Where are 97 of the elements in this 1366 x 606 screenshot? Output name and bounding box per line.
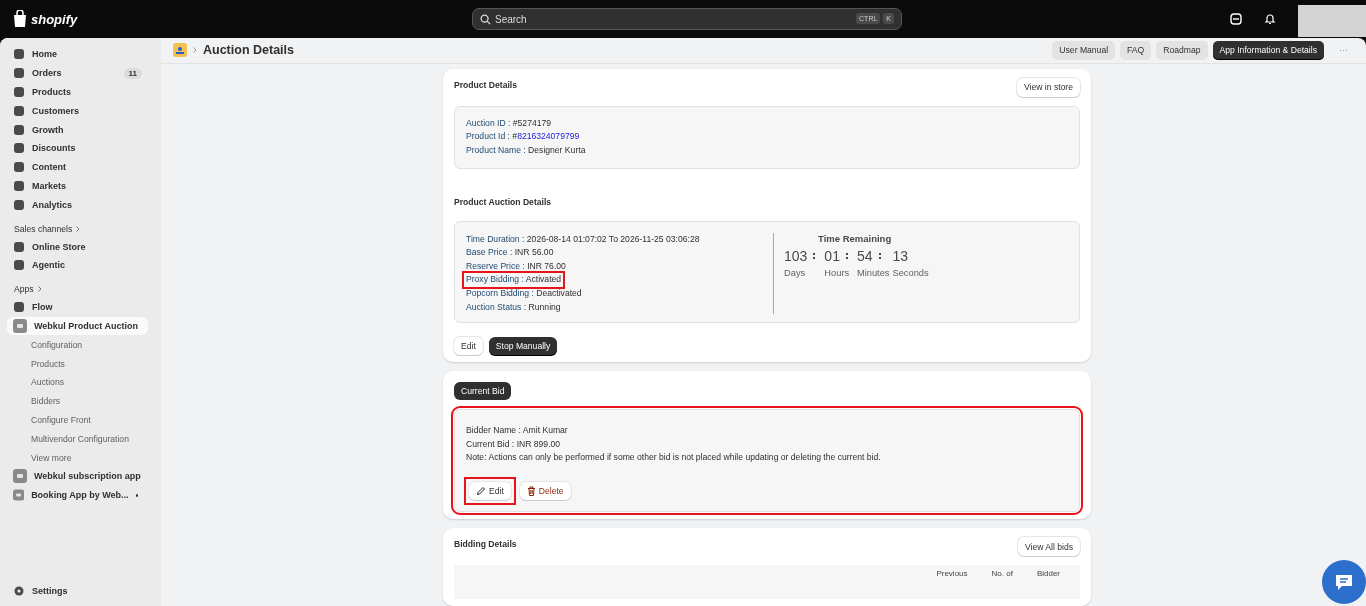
chevron-icon <box>193 47 197 54</box>
square-icon <box>13 48 25 61</box>
trash-icon <box>526 486 536 496</box>
column-header: No. of <box>991 569 1013 580</box>
sidebar-item[interactable]: Home <box>7 45 148 64</box>
app-tile-icon[interactable] <box>173 43 187 58</box>
sidebar-subitem[interactable]: View more <box>0 448 161 467</box>
square-icon <box>13 161 25 174</box>
header-button[interactable]: FAQ <box>1120 40 1152 60</box>
colon-icon <box>813 251 816 260</box>
square-icon <box>13 104 25 117</box>
countdown-value: 103 <box>784 247 808 264</box>
logo-text: shopify <box>31 11 78 27</box>
action-button[interactable]: Stop Manually <box>488 337 558 356</box>
settings-icon <box>13 584 25 597</box>
chevron-icon <box>76 225 81 232</box>
countdown-label: Hours <box>824 267 851 278</box>
bid-text: Bidder Name : Amit Kumar <box>465 424 569 438</box>
chat-button[interactable] <box>1322 560 1366 604</box>
sidebar-subitem[interactable]: Configure Front <box>0 410 161 430</box>
count-badge: 11 <box>123 67 142 79</box>
detail-line: Reserve Price : INR 76.00 <box>465 259 567 273</box>
square-icon <box>13 86 25 98</box>
header-button[interactable]: Roadmap <box>1156 40 1208 60</box>
sidebar-item[interactable]: Booking App by Web... <box>7 485 148 505</box>
column-header: Previous <box>936 569 968 580</box>
countdown-label: Minutes <box>856 267 890 278</box>
sidebar-item[interactable]: Analytics <box>7 195 148 215</box>
app-tile-icon <box>13 488 25 503</box>
countdown-value: 54 <box>856 247 873 264</box>
sidebar-item[interactable]: Agentic <box>7 255 148 275</box>
app-tile-icon <box>13 469 27 484</box>
app-tile-icon <box>13 318 27 333</box>
card-title: Bidding Details <box>454 538 517 549</box>
column-header: Bidder <box>1036 569 1060 580</box>
chat-bubble-icon <box>1335 573 1353 591</box>
bid-text: Note: Actions can only be performed if some other bid is not placed while updating or deleting the current bid. <box>465 451 882 465</box>
square-icon <box>13 123 25 136</box>
header-button[interactable]: App Information & Details <box>1212 40 1324 60</box>
square-icon <box>13 240 25 253</box>
sidebar-item[interactable]: Orders 11 <box>7 63 148 83</box>
header-button[interactable]: User Manual <box>1052 40 1116 60</box>
detail-line: Auction ID : #5274179 <box>465 116 553 130</box>
bid-text: Current Bid : INR 899.00 <box>465 437 562 451</box>
view-in-store-button[interactable]: View in store <box>1016 77 1080 97</box>
section-title: Product Auction Details <box>454 195 553 207</box>
square-icon <box>13 67 25 80</box>
sidebar-item[interactable]: Discounts <box>7 139 148 158</box>
delete-button[interactable]: Delete <box>519 482 571 500</box>
countdown-value: 01 <box>824 247 840 264</box>
countdown-label: Days <box>784 267 807 278</box>
card-title: Product Details <box>454 78 518 90</box>
square-icon <box>13 198 25 211</box>
edit-button[interactable]: Edit <box>469 482 511 500</box>
detail-line: Auction Status : Running <box>465 300 562 314</box>
square-icon <box>13 142 25 155</box>
sidebar-item[interactable]: Customers <box>7 101 148 121</box>
sidebar-item[interactable]: Content <box>7 157 148 177</box>
colon-icon <box>845 251 848 260</box>
sidebar-subitem[interactable]: Multivendor Configuration <box>0 429 161 449</box>
detail-line: Product Name : Designer Kurta <box>465 144 587 158</box>
view-all-bids-button[interactable]: View All bids <box>1017 537 1080 556</box>
sidebar-item[interactable]: Flow <box>7 297 148 317</box>
sidebar-item[interactable]: Webkul subscription app <box>7 466 148 486</box>
countdown-title: Time Remaining <box>818 232 893 244</box>
sidebar-subitem[interactable]: Bidders <box>0 391 161 411</box>
detail-line: Product Id : #8216324079799 <box>465 130 581 144</box>
sidebar-subitem[interactable]: Auctions <box>0 372 161 392</box>
search-icon <box>480 14 491 25</box>
countdown-label: Seconds <box>892 267 929 278</box>
bell-icon[interactable] <box>1264 13 1276 25</box>
detail-line: Base Price : INR 56.00 <box>465 246 555 260</box>
current-bid-tab[interactable]: Current Bid <box>454 382 512 401</box>
section-heading[interactable]: Apps <box>14 284 34 295</box>
sidebar-item[interactable]: Products <box>7 82 148 102</box>
sidebar-subitem[interactable]: Products <box>0 354 161 373</box>
square-icon <box>13 301 25 314</box>
pencil-icon <box>476 486 486 496</box>
colon-icon <box>878 251 881 260</box>
section-heading[interactable]: Sales channels <box>14 223 73 234</box>
square-icon <box>13 259 25 272</box>
action-button[interactable]: Edit <box>454 337 483 356</box>
sidebar-item[interactable]: Markets <box>7 176 148 196</box>
detail-line: Time Duration : 2026-08-14 01:07:02 To 2026-11-25 03:06:28 <box>465 232 701 246</box>
square-icon <box>13 179 25 192</box>
product-id-link[interactable]: 8216324079799 <box>517 131 580 142</box>
shopping-bag-icon <box>12 10 28 28</box>
chevron-icon <box>37 286 42 293</box>
countdown-value: 13 <box>892 247 909 264</box>
sidebar-item[interactable]: Growth <box>7 120 148 139</box>
page-title: Auction Details <box>203 43 294 58</box>
sidebar-subitem[interactable]: Configuration <box>0 335 161 355</box>
detail-line: Proxy Bidding : Activated <box>464 273 564 288</box>
sidebar-item[interactable]: Online Store <box>7 237 148 256</box>
sidebar-item[interactable]: Webkul Product Auction <box>7 316 148 336</box>
detail-line: Popcorn Bidding : Deactivated <box>465 287 583 301</box>
settings-item[interactable]: Settings <box>7 581 148 600</box>
